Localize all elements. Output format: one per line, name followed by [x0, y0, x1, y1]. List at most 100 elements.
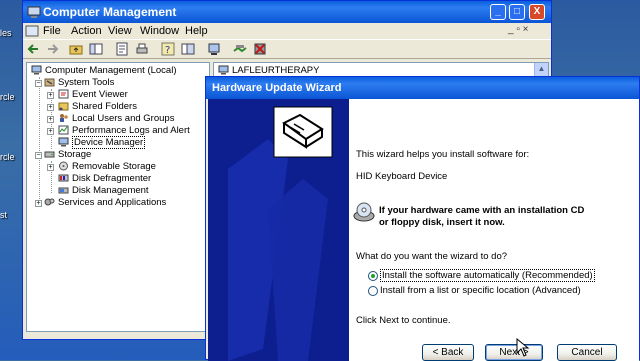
wizard-side-panel [208, 99, 349, 361]
menu-help[interactable]: Help [185, 25, 208, 37]
wizard-content: This wizard helps you install software f… [349, 99, 639, 361]
expand-toggle[interactable]: + [35, 200, 42, 207]
print-icon[interactable] [135, 42, 149, 56]
tree-item-label: Event Viewer [72, 89, 128, 100]
back-arrow-icon[interactable] [27, 42, 41, 56]
users-icon [60, 114, 68, 123]
tree-item-label: Local Users and Groups [72, 113, 175, 124]
tree-item-storage[interactable]: Storage [44, 149, 91, 161]
collapse-toggle[interactable]: − [35, 152, 42, 159]
back-button[interactable]: < Back [422, 344, 474, 361]
expand-toggle[interactable]: + [47, 128, 54, 135]
cancel-button[interactable]: Cancel [557, 344, 617, 361]
window-title: Computer Management [43, 5, 177, 19]
maximize-button[interactable]: □ [509, 4, 525, 20]
cd-instruction-line2: or floppy disk, insert it now. [379, 217, 505, 228]
defragmenter-icon [58, 174, 69, 182]
wizard-title: Hardware Update Wizard [212, 82, 342, 94]
tree-item-shared-folders[interactable]: Shared Folders [58, 101, 137, 113]
tree-item-removable-storage[interactable]: Removable Storage [58, 161, 156, 173]
tree-item-services-applications[interactable]: Services and Applications [44, 197, 166, 209]
tree-item-computer-management[interactable]: Computer Management (Local) [31, 65, 176, 77]
tree-item-event-viewer[interactable]: Event Viewer [58, 89, 128, 101]
mdi-controls[interactable]: _ ▫ × [508, 24, 529, 35]
menu-file[interactable]: File [43, 25, 61, 37]
tree-item-label: Performance Logs and Alert [72, 125, 190, 136]
tree-item-local-users[interactable]: Local Users and Groups [58, 113, 174, 125]
event-viewer-icon [58, 89, 69, 99]
mouse-cursor-icon [516, 338, 530, 357]
device-manager-icon [58, 137, 69, 147]
desktop-icon-label[interactable]: les [0, 28, 12, 38]
desktop-icon-label[interactable]: st [0, 210, 7, 220]
shared-folder-icon [58, 102, 69, 111]
scan-hardware-icon[interactable] [207, 42, 221, 56]
cd-instruction-line1: If your hardware came with an installati… [379, 205, 585, 216]
scroll-up-button[interactable]: ▲ [534, 63, 548, 77]
install-auto-radio[interactable] [368, 271, 378, 281]
expand-toggle[interactable]: + [47, 116, 54, 123]
hardware-update-wizard: Hardware Update Wizard This wizard helps… [205, 76, 640, 361]
menu-bar: File Action View Window Help _ ▫ × [23, 23, 551, 39]
menu-window[interactable]: Window [140, 25, 179, 37]
export-list-icon[interactable] [181, 42, 195, 56]
computer-management-icon [27, 6, 41, 18]
update-driver-icon[interactable] [233, 42, 247, 56]
tree-item-label: Disk Defragmenter [72, 173, 152, 184]
services-icon [44, 198, 55, 206]
window-menu-icon[interactable] [25, 24, 39, 38]
tree-item-label: Computer Management (Local) [45, 65, 177, 76]
disk-management-icon [58, 187, 69, 194]
up-folder-icon[interactable] [69, 42, 83, 56]
tree-item-system-tools[interactable]: System Tools [44, 77, 114, 89]
install-advanced-radio[interactable] [368, 286, 378, 296]
computer-name-header[interactable]: LAFLEURTHERAPY [218, 65, 319, 76]
removable-storage-icon [59, 161, 68, 171]
cd-icon [353, 202, 375, 222]
computer-icon [218, 65, 229, 75]
tree-item-disk-defragmenter[interactable]: Disk Defragmenter [58, 173, 151, 185]
minimize-button[interactable]: _ [490, 4, 506, 20]
console-tree[interactable]: Computer Management (Local) − System Too… [26, 62, 210, 332]
desktop-icon-label[interactable]: rcle [0, 92, 15, 102]
desktop-icon-label[interactable]: rcle [0, 152, 15, 162]
tree-item-label: Removable Storage [72, 161, 156, 172]
disable-device-icon[interactable] [253, 42, 267, 56]
install-advanced-label[interactable]: Install from a list or specific location… [380, 285, 581, 296]
close-button[interactable]: X [529, 4, 545, 20]
computer-name: LAFLEURTHERAPY [232, 65, 320, 76]
title-bar[interactable]: Computer Management _ □ X [23, 1, 551, 23]
forward-arrow-icon[interactable] [45, 42, 59, 56]
help-icon[interactable]: ? [161, 42, 175, 56]
show-hide-tree-icon[interactable] [89, 42, 103, 56]
toolbar: ? [23, 39, 551, 59]
tree-item-label: Disk Management [72, 185, 149, 196]
computer-icon [31, 65, 42, 75]
tree-item-label: Services and Applications [58, 197, 167, 208]
menu-view[interactable]: View [108, 25, 132, 37]
properties-icon[interactable] [115, 42, 129, 56]
expand-toggle[interactable]: + [47, 92, 54, 99]
tree-item-label: Device Manager [72, 136, 146, 149]
install-auto-label[interactable]: Install the software automatically (Reco… [380, 269, 595, 282]
tree-item-device-manager[interactable]: Device Manager [58, 136, 146, 149]
wizard-footer: Click Next to continue. [356, 315, 451, 326]
tree-connector [39, 77, 40, 205]
tree-item-label: Shared Folders [72, 101, 137, 112]
collapse-toggle[interactable]: − [35, 80, 42, 87]
system-tools-icon [44, 78, 55, 87]
wizard-intro: This wizard helps you install software f… [356, 149, 530, 160]
svg-text:?: ? [165, 45, 170, 56]
wizard-title-bar[interactable]: Hardware Update Wizard [206, 77, 639, 99]
storage-icon [44, 151, 55, 158]
expand-toggle[interactable]: + [47, 104, 54, 111]
tree-item-disk-management[interactable]: Disk Management [58, 185, 149, 197]
next-button[interactable]: Next > [485, 344, 543, 361]
expand-toggle[interactable]: + [47, 164, 54, 171]
menu-action[interactable]: Action [71, 25, 102, 37]
option-label: Install the software automatically (Reco… [380, 269, 595, 282]
tree-item-label: Storage [58, 149, 92, 160]
wizard-question: What do you want the wizard to do? [356, 251, 508, 262]
performance-icon [58, 125, 69, 135]
tree-item-label: System Tools [58, 77, 115, 88]
